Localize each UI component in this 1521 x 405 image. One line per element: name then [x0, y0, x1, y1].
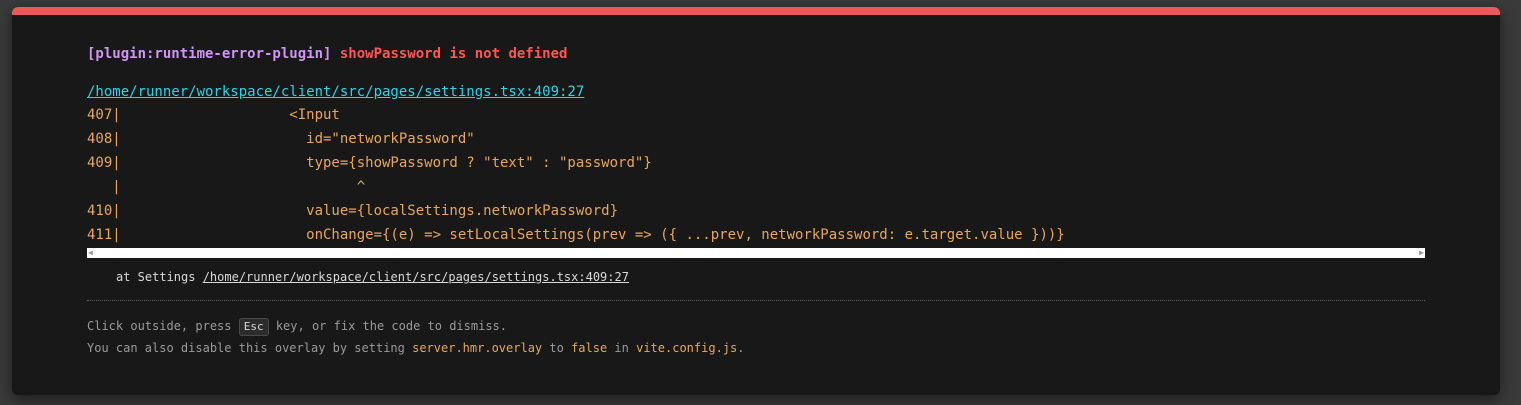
code-line: 408| id="networkPassword": [87, 131, 475, 147]
code-line: 407| <Input: [87, 107, 340, 123]
scroll-left-arrow-icon[interactable]: ◀: [88, 249, 93, 257]
stack-prefix: at Settings: [116, 270, 203, 284]
config-tip: You can also disable this overlay by set…: [87, 341, 744, 355]
code-frame: 407| <Input 408| id="networkPassword" 40…: [87, 108, 1425, 252]
error-message: [plugin:runtime-error-plugin] showPasswo…: [87, 46, 567, 62]
error-overlay-window: [plugin:runtime-error-plugin] showPasswo…: [12, 7, 1500, 395]
config-file: vite.config.js: [636, 341, 738, 355]
config-value: false: [571, 341, 608, 355]
config-key: server.hmr.overlay: [412, 341, 543, 355]
tip-text: to: [542, 341, 572, 355]
tip-text: .: [737, 341, 745, 355]
plugin-tag: [plugin:runtime-error-plugin]: [87, 46, 332, 62]
tip-text: You can also disable this overlay by set…: [87, 341, 413, 355]
esc-key: Esc: [238, 318, 269, 336]
tip-text: key, or fix the code to dismiss.: [268, 319, 508, 333]
stack-file-link[interactable]: /home/runner/workspace/client/src/pages/…: [203, 270, 629, 284]
scroll-right-arrow-icon[interactable]: ▶: [1419, 249, 1424, 257]
tip-text: Click outside, press: [87, 319, 239, 333]
horizontal-scrollbar[interactable]: ◀ ▶: [87, 248, 1425, 258]
code-line: 409| type={showPassword ? "text" : "pass…: [87, 155, 652, 171]
error-top-bar: [12, 7, 1500, 15]
error-text: showPassword is not defined: [339, 46, 568, 62]
error-file-link[interactable]: /home/runner/workspace/client/src/pages/…: [87, 84, 584, 100]
code-line: 410| value={localSettings.networkPasswor…: [87, 203, 619, 219]
code-caret-line: | ^: [87, 179, 366, 195]
tip-text: in: [607, 341, 637, 355]
dismiss-tip: Click outside, press Esc key, or fix the…: [87, 318, 507, 336]
stack-trace: at Settings /home/runner/workspace/clien…: [116, 270, 629, 284]
divider: [87, 300, 1425, 301]
